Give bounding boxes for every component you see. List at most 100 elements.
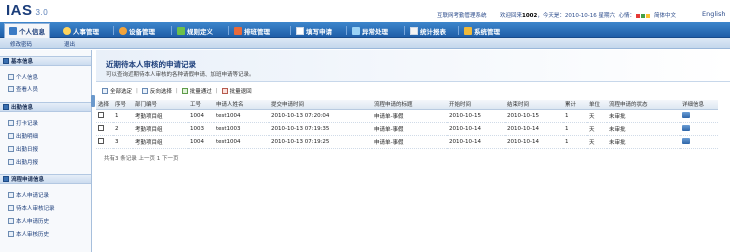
cell: 1003 xyxy=(188,122,214,136)
col-header: 选择 xyxy=(96,100,113,110)
form-icon xyxy=(296,26,304,35)
page-description: 可以查询近期待本人审核的各种请假申请、加班申请等记录。 xyxy=(106,72,255,78)
nav-label: 个人信息 xyxy=(19,28,45,36)
sidebar: 基本信息 个人信息 查看人员 出勤信息 打卡记录 出勤明细 出勤日报 出勤月报 … xyxy=(0,50,92,252)
select-all-button[interactable]: 全部选定 xyxy=(102,87,132,95)
row-checkbox[interactable] xyxy=(98,125,104,132)
cell: 2010-10-15 xyxy=(447,109,505,123)
mood-yellow-icon[interactable] xyxy=(646,13,651,18)
sidebar-item-application-history[interactable]: 本人申请历史 xyxy=(8,217,49,225)
section-title: 基本信息 xyxy=(11,59,34,65)
system-icon xyxy=(464,26,472,35)
col-header: 提交申请时间 xyxy=(269,100,372,110)
lang-en-link[interactable]: English xyxy=(702,10,725,18)
nav-scheduling[interactable]: 排班管理 xyxy=(234,24,270,37)
nav-reports[interactable]: 统计报表 xyxy=(410,24,446,37)
folder-icon xyxy=(3,104,9,110)
nav-apply[interactable]: 填写申请 xyxy=(296,24,332,37)
user-icon xyxy=(8,74,14,80)
cell: 2010-10-13 07:19:35 xyxy=(269,122,372,136)
sidebar-section-basic[interactable]: 基本信息 xyxy=(0,56,91,66)
sub-nav: 修改密码 退出 xyxy=(0,38,730,49)
nav-label: 设备管理 xyxy=(129,27,155,36)
item-label: 出勤明细 xyxy=(16,134,39,140)
cell: 未审批 xyxy=(607,122,680,136)
sidebar-item-daily-report[interactable]: 出勤日报 xyxy=(8,145,38,153)
detail-icon[interactable] xyxy=(682,125,690,132)
toolbar-separator: | xyxy=(175,88,178,94)
batch-reject-button[interactable]: 批量退回 xyxy=(221,87,252,95)
col-header: 申请人姓名 xyxy=(214,100,269,110)
invert-icon xyxy=(141,88,148,94)
nav-rules[interactable]: 规则定义 xyxy=(177,24,213,37)
pager[interactable]: 共有3 条记录 上一页 1 下一页 xyxy=(104,154,179,162)
item-label: 本人审核历史 xyxy=(16,232,50,238)
col-header: 累计 xyxy=(563,100,587,110)
change-password-link[interactable]: 修改密码 xyxy=(10,40,32,48)
table-header-row: 选择 序号 部门编号 工号 申请人姓名 提交申请时间 流程申请的标题 开始时间 … xyxy=(96,100,718,110)
people-icon xyxy=(8,86,14,92)
sidebar-item-view-staff[interactable]: 查看人员 xyxy=(8,85,38,93)
folder-icon xyxy=(3,176,9,182)
cell: 1 xyxy=(113,109,133,123)
invert-selection-button[interactable]: 反向选择 xyxy=(141,87,172,95)
item-label: 查看人员 xyxy=(16,87,39,93)
col-header: 流程申请的状态 xyxy=(607,100,680,110)
nav-system[interactable]: 系统管理 xyxy=(464,24,500,37)
cell: 2010-10-14 xyxy=(447,135,505,149)
sidebar-item-personal-info[interactable]: 个人信息 xyxy=(8,73,38,81)
nav-exception[interactable]: 异常处理 xyxy=(352,24,388,37)
cell: 1004 xyxy=(188,109,214,123)
row-checkbox[interactable] xyxy=(98,112,104,119)
sidebar-item-pending-review[interactable]: 待本人审核记录 xyxy=(8,204,55,212)
nav-label: 填写申请 xyxy=(306,27,332,36)
button-label: 反向选择 xyxy=(149,89,172,95)
system-title: 互联网考勤管理系统 xyxy=(437,13,487,19)
item-label: 个人信息 xyxy=(16,75,39,81)
nav-device[interactable]: 设备管理 xyxy=(119,24,155,37)
document-icon xyxy=(8,205,14,211)
sidebar-item-my-applications[interactable]: 本人申请记录 xyxy=(8,191,49,199)
logout-link[interactable]: 退出 xyxy=(64,40,75,48)
section-title: 流程申请信息 xyxy=(11,177,45,183)
header: IAS 3.0 互联网考勤管理系统 欢迎回来1002，今天是：2010-10-16… xyxy=(0,0,730,22)
col-header: 工号 xyxy=(188,100,214,110)
batch-approve-button[interactable]: 批量通过 xyxy=(181,87,212,95)
welcome-label: 欢迎回来 xyxy=(500,13,523,19)
cell: 申请单-事假 xyxy=(372,122,447,136)
nav-label: 异常处理 xyxy=(362,27,388,36)
mood-label: 心情： xyxy=(618,13,636,19)
user-icon xyxy=(9,27,17,35)
button-label: 批量通过 xyxy=(189,89,212,95)
sidebar-section-workflow[interactable]: 流程申请信息 xyxy=(0,174,91,184)
col-header: 开始时间 xyxy=(447,100,505,110)
mood-green-icon[interactable] xyxy=(641,13,646,18)
exception-icon xyxy=(352,26,360,35)
col-header: 结束时间 xyxy=(505,100,563,110)
nav-hr[interactable]: 人事管理 xyxy=(63,24,99,37)
sidebar-collapse-handle[interactable] xyxy=(91,95,95,107)
sidebar-item-monthly-report[interactable]: 出勤月报 xyxy=(8,158,38,166)
cell: 2 xyxy=(113,122,133,136)
clock-icon xyxy=(8,120,14,126)
cell: 2010-10-15 xyxy=(505,109,563,123)
nav-label: 统计报表 xyxy=(420,27,446,36)
review-table: 选择 序号 部门编号 工号 申请人姓名 提交申请时间 流程申请的标题 开始时间 … xyxy=(96,100,718,149)
detail-icon[interactable] xyxy=(682,112,690,119)
col-header: 详细信息 xyxy=(680,100,718,110)
nav-personal-info[interactable]: 个人信息 xyxy=(4,23,50,38)
sidebar-section-attendance[interactable]: 出勤信息 xyxy=(0,102,91,112)
sidebar-item-clock-records[interactable]: 打卡记录 xyxy=(8,119,38,127)
lang-cn-link[interactable]: 简体中文 xyxy=(654,11,676,19)
mood-red-icon[interactable] xyxy=(636,13,641,18)
nav-label: 规则定义 xyxy=(187,27,213,36)
col-header: 单位 xyxy=(587,100,607,110)
cell: 1 xyxy=(563,122,587,136)
report-icon xyxy=(410,26,418,35)
detail-icon[interactable] xyxy=(682,138,690,145)
sidebar-item-attendance-detail[interactable]: 出勤明细 xyxy=(8,132,38,140)
sidebar-item-review-history[interactable]: 本人审核历史 xyxy=(8,230,49,238)
page-title: 近期待本人审核的申请记录 xyxy=(106,60,196,69)
row-checkbox[interactable] xyxy=(98,138,104,145)
cell: 考勤项目组 xyxy=(133,135,188,149)
